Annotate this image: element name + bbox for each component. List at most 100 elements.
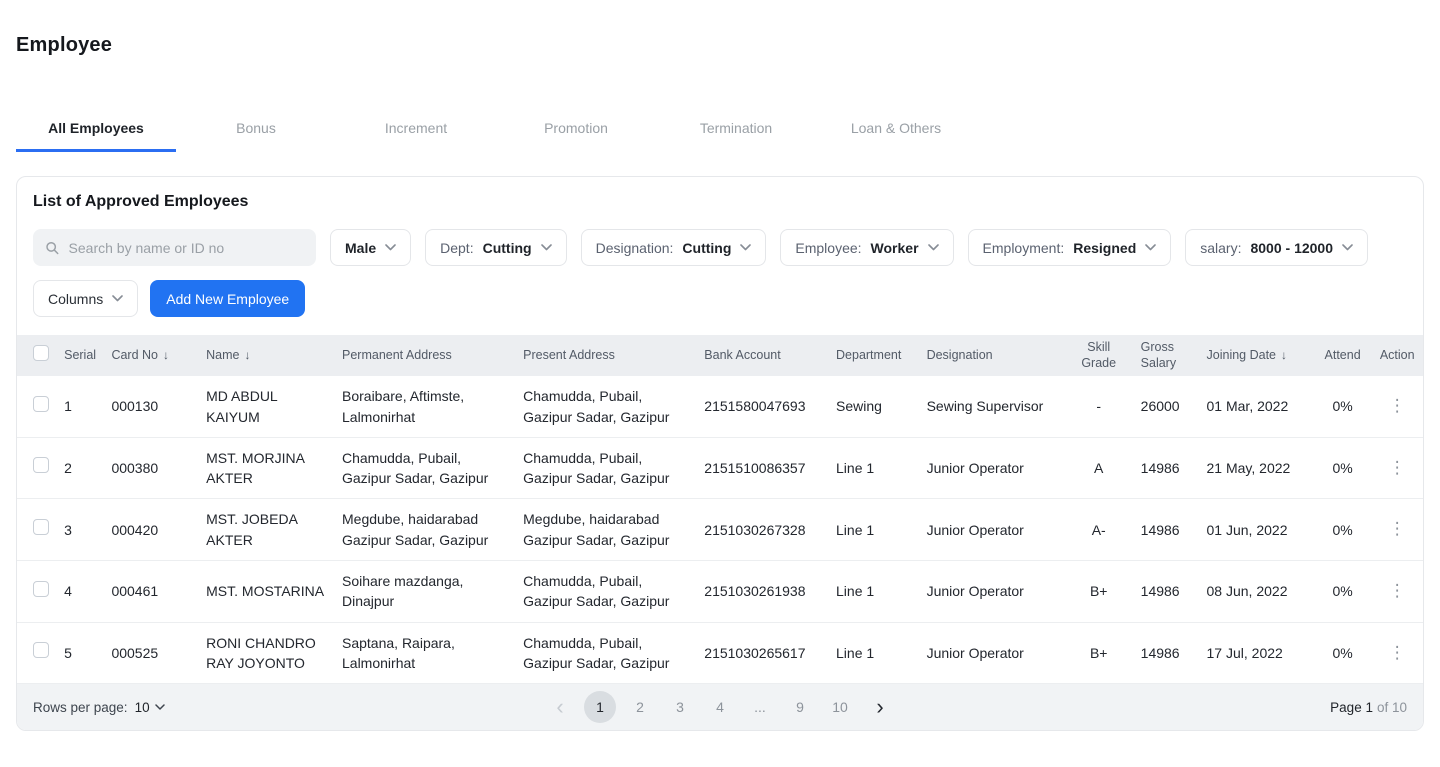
rows-per-page: Rows per page: 10 xyxy=(33,700,165,715)
tab-increment[interactable]: Increment xyxy=(336,109,496,152)
cell-department: Line 1 xyxy=(828,622,919,684)
columns-button-label: Columns xyxy=(48,291,103,307)
filter-bar: Male Dept: Cutting Designation: Cutting … xyxy=(33,229,1407,266)
rows-per-page-value: 10 xyxy=(135,700,150,715)
cell-attend: 0% xyxy=(1314,622,1372,684)
table-row: 1 000130 MD ABDUL KAIYUM Boraibare, Afti… xyxy=(17,376,1423,437)
tab-termination[interactable]: Termination xyxy=(656,109,816,152)
page-info-current: Page 1 xyxy=(1330,700,1373,715)
cell-gross-salary: 26000 xyxy=(1133,376,1199,437)
row-checkbox[interactable] xyxy=(33,519,49,535)
col-skill-grade: Skill Grade xyxy=(1065,335,1133,376)
cell-joining-date: 01 Mar, 2022 xyxy=(1199,376,1314,437)
cell-card-no: 000461 xyxy=(103,561,198,623)
col-department: Department xyxy=(828,335,919,376)
row-checkbox[interactable] xyxy=(33,457,49,473)
cell-skill-grade: A- xyxy=(1065,499,1133,561)
sort-desc-icon: ↓ xyxy=(244,348,250,363)
cell-bank-account: 2151580047693 xyxy=(696,376,828,437)
page-info-total: of 10 xyxy=(1377,700,1407,715)
col-card-no[interactable]: Card No↓ xyxy=(103,335,198,376)
table-row: 3 000420 MST. JOBEDA AKTER Megdube, haid… xyxy=(17,499,1423,561)
rows-per-page-select[interactable]: 10 xyxy=(135,700,165,715)
page-button-10[interactable]: 10 xyxy=(824,691,856,723)
chevron-down-icon xyxy=(385,244,396,251)
filter-value: Cutting xyxy=(682,240,731,256)
select-all-checkbox[interactable] xyxy=(33,345,49,361)
cell-permanent-address: Megdube, haidarabad Gazipur Sadar, Gazip… xyxy=(334,499,515,561)
filter-gender[interactable]: Male xyxy=(330,229,411,266)
cell-gross-salary: 14986 xyxy=(1133,437,1199,499)
cell-present-address: Chamudda, Pubail, Gazipur Sadar, Gazipur xyxy=(515,376,696,437)
page-info: Page 1 of 10 xyxy=(1330,700,1407,715)
cell-skill-grade: B+ xyxy=(1065,622,1133,684)
cell-permanent-address: Saptana, Raipara, Lalmonirhat xyxy=(334,622,515,684)
sort-desc-icon: ↓ xyxy=(163,348,169,363)
cell-gross-salary: 14986 xyxy=(1133,622,1199,684)
page-button-9[interactable]: 9 xyxy=(784,691,816,723)
search-icon xyxy=(45,240,60,256)
cell-card-no: 000420 xyxy=(103,499,198,561)
tab-promotion[interactable]: Promotion xyxy=(496,109,656,152)
cell-permanent-address: Soihare mazdanga, Dinajpur xyxy=(334,561,515,623)
filter-department[interactable]: Dept: Cutting xyxy=(425,229,566,266)
chevron-down-icon xyxy=(1145,244,1156,251)
cell-skill-grade: A xyxy=(1065,437,1133,499)
rows-per-page-label: Rows per page: xyxy=(33,700,128,715)
cell-permanent-address: Boraibare, Aftimste, Lalmonirhat xyxy=(334,376,515,437)
cell-card-no: 000380 xyxy=(103,437,198,499)
filter-designation[interactable]: Designation: Cutting xyxy=(581,229,767,266)
cell-serial: 5 xyxy=(56,622,103,684)
cell-attend: 0% xyxy=(1314,376,1372,437)
search-input[interactable] xyxy=(69,240,304,256)
add-new-employee-button[interactable]: Add New Employee xyxy=(150,280,305,317)
row-checkbox[interactable] xyxy=(33,581,49,597)
page-button-3[interactable]: 3 xyxy=(664,691,696,723)
row-checkbox[interactable] xyxy=(33,396,49,412)
col-attend: Attend xyxy=(1314,335,1372,376)
cell-present-address: Chamudda, Pubail, Gazipur Sadar, Gazipur xyxy=(515,622,696,684)
filter-employee-type[interactable]: Employee: Worker xyxy=(780,229,953,266)
col-permanent-address: Permanent Address xyxy=(334,335,515,376)
cell-bank-account: 2151510086357 xyxy=(696,437,828,499)
col-label: Name xyxy=(206,348,239,364)
tab-bonus[interactable]: Bonus xyxy=(176,109,336,152)
filter-prefix: salary: xyxy=(1200,240,1241,256)
tab-loan-others[interactable]: Loan & Others xyxy=(816,109,976,152)
cell-name: MST. MOSTARINA xyxy=(198,561,334,623)
cell-attend: 0% xyxy=(1314,437,1372,499)
filter-value: Male xyxy=(345,240,376,256)
cell-joining-date: 08 Jun, 2022 xyxy=(1199,561,1314,623)
row-actions-kebab-icon[interactable]: ⋮ xyxy=(1381,641,1414,664)
filter-employment-status[interactable]: Employment: Resigned xyxy=(968,229,1172,266)
table-row: 5 000525 RONI CHANDRO RAY JOYONTO Saptan… xyxy=(17,622,1423,684)
table-header-row: Serial Card No↓ Name↓ Permanent Address … xyxy=(17,335,1423,376)
row-actions-kebab-icon[interactable]: ⋮ xyxy=(1381,394,1414,417)
next-page-icon[interactable]: › xyxy=(864,691,896,723)
page-button-4[interactable]: 4 xyxy=(704,691,736,723)
col-name[interactable]: Name ↓ xyxy=(198,335,334,376)
page-button-1[interactable]: 1 xyxy=(584,691,616,723)
columns-button[interactable]: Columns xyxy=(33,280,138,317)
row-actions-kebab-icon[interactable]: ⋮ xyxy=(1381,579,1414,602)
pagination-ellipsis: ... xyxy=(744,691,776,723)
table-row: 2 000380 MST. MORJINA AKTER Chamudda, Pu… xyxy=(17,437,1423,499)
filter-salary-range[interactable]: salary: 8000 - 12000 xyxy=(1185,229,1368,266)
col-joining-date[interactable]: Joining Date↓ xyxy=(1199,335,1314,376)
filter-prefix: Dept: xyxy=(440,240,473,256)
row-actions-kebab-icon[interactable]: ⋮ xyxy=(1381,456,1414,479)
col-gross-salary: Gross Salary xyxy=(1133,335,1199,376)
row-checkbox[interactable] xyxy=(33,642,49,658)
approved-employees-panel: List of Approved Employees Male Dept: xyxy=(16,176,1424,731)
tab-all-employees[interactable]: All Employees xyxy=(16,109,176,152)
chevron-down-icon xyxy=(928,244,939,251)
search-box xyxy=(33,229,316,266)
cell-card-no: 000130 xyxy=(103,376,198,437)
pagination: ‹1234...910› xyxy=(544,691,896,723)
prev-page-icon[interactable]: ‹ xyxy=(544,691,576,723)
cell-attend: 0% xyxy=(1314,499,1372,561)
row-actions-kebab-icon[interactable]: ⋮ xyxy=(1381,517,1414,540)
page-button-2[interactable]: 2 xyxy=(624,691,656,723)
cell-department: Line 1 xyxy=(828,499,919,561)
cell-designation: Junior Operator xyxy=(919,437,1065,499)
